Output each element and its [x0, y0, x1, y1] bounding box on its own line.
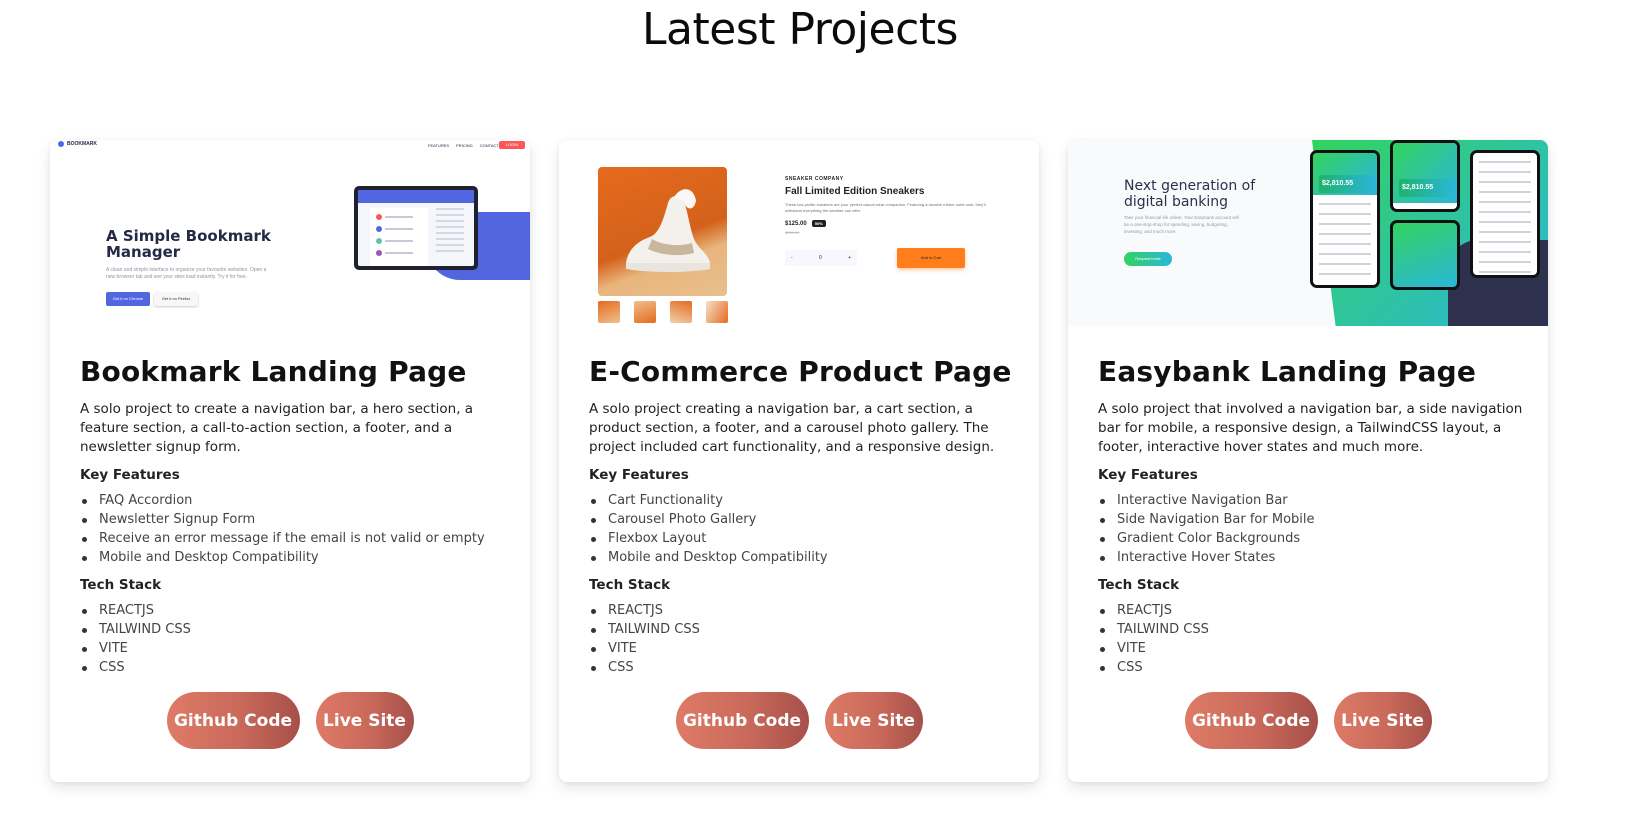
key-features-list: Interactive Navigation Bar Side Navigati…	[1098, 491, 1528, 567]
list-item: Interactive Navigation Bar	[1098, 491, 1528, 510]
project-actions: Github Code Live Site	[559, 692, 1039, 749]
bookmark-logo: BOOKMARK	[58, 141, 97, 147]
preview-hero-title: Next generation of digital banking	[1124, 178, 1256, 210]
project-card-bookmark: BOOKMARK FEATURES PRICING CONTACT LOGIN …	[50, 140, 530, 782]
key-features-list: Cart Functionality Carousel Photo Galler…	[589, 491, 1019, 567]
price-value: $125.00	[785, 220, 807, 227]
list-item: Gradient Color Backgrounds	[1098, 529, 1528, 548]
tech-stack-list: REACTJS TAILWIND CSS VITE CSS	[1098, 601, 1528, 677]
thumbnail	[634, 301, 656, 323]
list-item: REACTJS	[80, 601, 510, 620]
key-features-heading: Key Features	[80, 467, 180, 483]
list-item: FAQ Accordion	[80, 491, 510, 510]
preview-nav-item: PRICING	[456, 143, 473, 148]
logo-icon	[58, 141, 64, 147]
list-item: CSS	[589, 658, 1019, 677]
list-item: VITE	[80, 639, 510, 658]
list-item: VITE	[589, 639, 1019, 658]
preview-login-button: LOGIN	[499, 141, 525, 149]
github-code-button[interactable]: Github Code	[166, 692, 300, 749]
tech-stack-heading: Tech Stack	[80, 577, 162, 593]
key-features-heading: Key Features	[1098, 467, 1198, 483]
tech-stack-heading: Tech Stack	[1098, 577, 1180, 593]
live-site-button[interactable]: Live Site	[824, 692, 923, 749]
list-item: Receive an error message if the email is…	[80, 529, 510, 548]
preview-tablet	[354, 186, 478, 270]
project-preview-ecommerce[interactable]: SNEAKER COMPANY Fall Limited Edition Sne…	[559, 140, 1039, 326]
preview-chrome-button: Get it on Chrome	[106, 292, 150, 306]
list-item: Interactive Hover States	[1098, 548, 1528, 567]
list-item: CSS	[1098, 658, 1528, 677]
list-item: CSS	[80, 658, 510, 677]
preview-hero-subtitle: A clean and simple interface to organize…	[106, 267, 267, 280]
preview-add-to-cart: Add to Cart	[897, 248, 965, 268]
project-title: E-Commerce Product Page	[589, 355, 1012, 388]
list-item: VITE	[1098, 639, 1528, 658]
preview-sneaker-photo	[598, 167, 727, 296]
list-item: Flexbox Layout	[589, 529, 1019, 548]
github-code-button[interactable]: Github Code	[675, 692, 809, 749]
preview-phone: $2,810.55	[1390, 140, 1460, 212]
list-item: REACTJS	[1098, 601, 1528, 620]
preview-nav: FEATURES PRICING CONTACT	[428, 143, 499, 148]
project-actions: Github Code Live Site	[1068, 692, 1548, 749]
thumbnail	[598, 301, 620, 323]
preview-nav-item: FEATURES	[428, 143, 450, 148]
project-preview-bookmark[interactable]: BOOKMARK FEATURES PRICING CONTACT LOGIN …	[50, 140, 530, 326]
list-item: REACTJS	[589, 601, 1019, 620]
project-description: A solo project to create a navigation ba…	[80, 401, 474, 455]
thumbnail	[706, 301, 728, 323]
github-code-button[interactable]: Github Code	[1184, 692, 1318, 749]
plus-icon: +	[848, 255, 851, 261]
page-title: Latest Projects	[642, 4, 958, 55]
preview-product-title: Fall Limited Edition Sneakers	[785, 186, 925, 197]
minus-icon: -	[791, 255, 793, 261]
project-title: Bookmark Landing Page	[80, 355, 467, 388]
preview-hero-subtitle: Take your financial life online. Your Ea…	[1124, 215, 1239, 234]
preview-phone: $2,810.55	[1310, 150, 1380, 288]
preview-product-desc: These low-profile sneakers are your perf…	[785, 202, 986, 213]
preview-request-invite: Request Invite	[1124, 252, 1172, 266]
project-preview-easybank[interactable]: Next generation of digital banking Take …	[1068, 140, 1548, 326]
key-features-heading: Key Features	[589, 467, 689, 483]
live-site-button[interactable]: Live Site	[1333, 692, 1432, 749]
preview-phone	[1470, 150, 1540, 278]
list-item: Side Navigation Bar for Mobile	[1098, 510, 1528, 529]
thumbnail	[670, 301, 692, 323]
preview-phone	[1390, 220, 1460, 290]
list-item: Newsletter Signup Form	[80, 510, 510, 529]
preview-hero-title: A Simple Bookmark Manager	[106, 227, 271, 261]
list-item: TAILWIND CSS	[589, 620, 1019, 639]
project-description: A solo project creating a navigation bar…	[589, 401, 995, 455]
list-item: Mobile and Desktop Compatibility	[589, 548, 1019, 567]
tech-stack-list: REACTJS TAILWIND CSS VITE CSS	[80, 601, 510, 677]
balance-card: $2,810.55	[1319, 175, 1375, 193]
preview-quantity-stepper: - 0 +	[785, 250, 857, 266]
project-title: Easybank Landing Page	[1098, 355, 1477, 388]
preview-price: $125.00 50%	[785, 220, 826, 227]
list-item: Mobile and Desktop Compatibility	[80, 548, 510, 567]
preview-nav-item: CONTACT	[479, 143, 499, 148]
preview-logo-text: BOOKMARK	[67, 141, 97, 147]
discount-badge: 50%	[811, 220, 826, 227]
list-item: Cart Functionality	[589, 491, 1019, 510]
list-item: TAILWIND CSS	[80, 620, 510, 639]
tech-stack-heading: Tech Stack	[589, 577, 671, 593]
list-item: Carousel Photo Gallery	[589, 510, 1019, 529]
project-card-ecommerce: SNEAKER COMPANY Fall Limited Edition Sne…	[559, 140, 1039, 782]
list-item: TAILWIND CSS	[1098, 620, 1528, 639]
preview-thumbnails	[598, 301, 728, 323]
live-site-button[interactable]: Live Site	[315, 692, 414, 749]
tech-stack-list: REACTJS TAILWIND CSS VITE CSS	[589, 601, 1019, 677]
key-features-list: FAQ Accordion Newsletter Signup Form Rec…	[80, 491, 510, 567]
project-card-easybank: Next generation of digital banking Take …	[1068, 140, 1548, 782]
preview-firefox-button: Get it on Firefox	[154, 292, 198, 306]
project-description: A solo project that involved a navigatio…	[1098, 401, 1523, 455]
balance-card: $2,810.55	[1399, 179, 1455, 197]
preview-company: SNEAKER COMPANY	[785, 176, 844, 182]
quantity-value: 0	[818, 255, 822, 261]
project-actions: Github Code Live Site	[50, 692, 530, 749]
preview-old-price: $250.00	[785, 230, 800, 235]
sneaker-icon	[626, 189, 710, 272]
